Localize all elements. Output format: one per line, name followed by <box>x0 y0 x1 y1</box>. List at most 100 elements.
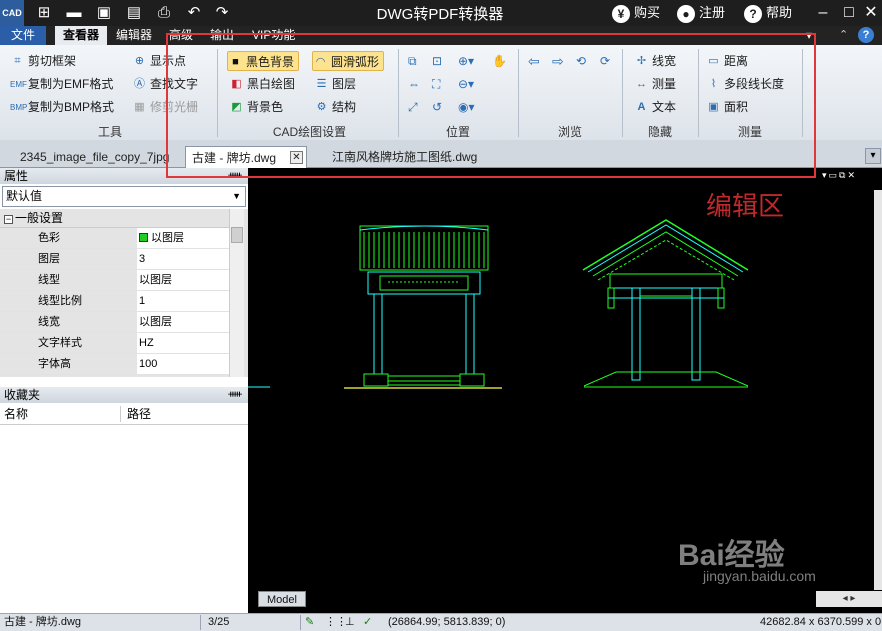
find-text-icon: Ⓐ <box>134 78 145 91</box>
section-header[interactable]: − 一般设置 <box>0 209 229 228</box>
maximize-icon[interactable]: □ <box>838 2 860 24</box>
points-icon: ⊕ <box>134 55 145 68</box>
undo-icon[interactable]: ↶ <box>184 3 204 23</box>
default-dropdown[interactable]: 默认值 ▼ <box>2 186 246 207</box>
divider <box>200 615 201 630</box>
property-name: 线型 <box>38 274 60 286</box>
property-value[interactable]: 以图层 <box>137 270 229 290</box>
bmp-icon: BMP <box>10 103 28 113</box>
doc-tab[interactable]: 2345_image_file_copy_7jpg <box>14 146 175 168</box>
crop-icon: ⌗ <box>14 55 21 68</box>
model-tab[interactable]: Model <box>258 591 306 607</box>
property-value-text: 100 <box>139 358 158 370</box>
copy-emf-label: 复制为EMF格式 <box>28 77 114 91</box>
properties-title: 属性 <box>4 169 29 183</box>
buy-button[interactable]: ¥ 购买 <box>612 3 660 23</box>
copy-bmp-label: 复制为BMP格式 <box>28 100 115 114</box>
property-name: 线型比例 <box>38 295 82 307</box>
favorites-title: 收藏夹 <box>4 388 41 402</box>
help-label: 帮助 <box>766 5 793 20</box>
property-value[interactable]: 100 <box>137 354 229 374</box>
property-name: 文字样式 <box>38 337 82 349</box>
property-scrollbar[interactable] <box>229 209 244 377</box>
help-button[interactable]: ? 帮助 <box>744 3 792 23</box>
favorites-columns: 名称 路径 <box>0 403 248 425</box>
property-value[interactable]: 3 <box>137 249 229 269</box>
question-icon[interactable]: ? <box>858 27 874 43</box>
col-name[interactable]: 名称 <box>4 403 28 425</box>
property-value-text: 以图层 <box>151 232 184 244</box>
property-name: 线宽 <box>38 316 60 328</box>
property-row[interactable]: 线宽 以图层 <box>0 312 229 333</box>
copy-bmp-button[interactable]: BMP复制为BMP格式 <box>10 97 114 117</box>
copy-emf-button[interactable]: EMF复制为EMF格式 <box>10 74 113 94</box>
property-name: 字体高 <box>38 358 71 370</box>
scroll-thumb[interactable] <box>231 227 243 243</box>
menu-file[interactable]: 文件 <box>0 26 46 45</box>
print-icon[interactable]: ⎙ <box>154 3 174 23</box>
buy-label: 购买 <box>634 5 661 20</box>
property-row[interactable]: 线型比例 1 <box>0 291 229 312</box>
menu-viewer[interactable]: 查看器 <box>55 26 108 45</box>
clip-frame-label: 剪切框架 <box>28 54 77 68</box>
status-size: 42682.84 x 6370.599 x 0 <box>760 616 882 628</box>
grid-icon[interactable]: ⋮⋮ <box>325 614 347 631</box>
ortho-icon[interactable]: ⊥ <box>345 614 355 631</box>
property-value-text: 以图层 <box>139 274 172 286</box>
property-row[interactable]: 色彩 以图层 <box>0 228 229 249</box>
pin-icon[interactable]: ᚔ <box>228 387 242 403</box>
status-page: 3/25 <box>208 616 230 628</box>
menu-editor[interactable]: 编辑器 <box>108 26 160 45</box>
title-bar: CAD ⊞ ▬ ▣ ▤ ⎙ ↶ ↷ DWG转PDF转换器 ¥ 购买 ● 注册 ? 帮助… <box>0 0 882 26</box>
property-row[interactable]: 线型 以图层 <box>0 270 229 291</box>
save-icon[interactable]: ▣ <box>94 3 114 23</box>
emf-icon: EMF <box>10 80 27 90</box>
property-row[interactable]: 文字样式 HZ <box>0 333 229 354</box>
app-title: DWG转PDF转换器 <box>376 6 504 23</box>
property-row[interactable]: 字体高 100 <box>0 354 229 375</box>
property-row[interactable]: 图层 3 <box>0 249 229 270</box>
property-value-text: 1 <box>139 295 146 307</box>
trim-raster-icon: ▦ <box>134 101 145 114</box>
watermark-url: jingyan.baidu.com <box>703 568 816 584</box>
left-panel: 属性 ᚔ 默认值 ▼ − 一般设置 色彩 以图层 图层 3 线型 以图层 线型比例 1 线宽 以图层 文字… <box>0 168 248 613</box>
highlight-frame <box>166 33 816 178</box>
collapse-ribbon-icon[interactable]: ⌃ <box>839 28 848 41</box>
new-file-icon[interactable]: ⊞ <box>34 3 54 23</box>
section-title: 一般设置 <box>15 211 64 225</box>
property-value[interactable]: HZ <box>137 333 229 353</box>
pailou-side-view <box>582 219 749 388</box>
open-folder-icon[interactable]: ▬ <box>64 3 84 23</box>
register-button[interactable]: ● 注册 <box>677 3 725 23</box>
pailou-front-view <box>344 225 502 389</box>
clip-frame-button[interactable]: ⌗ 剪切框架 <box>10 51 76 71</box>
cad-drawing <box>248 219 749 389</box>
osnap-icon[interactable]: ✓ <box>363 614 372 631</box>
close-icon[interactable]: ✕ <box>860 2 882 24</box>
property-grid: − 一般设置 色彩 以图层 图层 3 线型 以图层 线型比例 1 线宽 以图层 文字样式 HZ 字体高 10… <box>0 209 248 377</box>
chevron-down-icon: ▼ <box>232 191 241 201</box>
tab-list-icon[interactable]: ▾ <box>865 148 881 164</box>
minimize-icon[interactable]: – <box>812 2 834 24</box>
property-value[interactable]: 以图层 <box>137 228 229 248</box>
drawing-canvas[interactable]: ▾▭⧉✕ 编辑区 Bai经验 jingyan.baidu.com Model ◂… <box>248 168 882 613</box>
col-path[interactable]: 路径 <box>127 403 151 425</box>
property-value[interactable]: 以图层 <box>137 312 229 332</box>
redo-icon[interactable]: ↷ <box>212 3 232 23</box>
property-rows: 色彩 以图层 图层 3 线型 以图层 线型比例 1 线宽 以图层 文字样式 HZ 字体高 100 <box>0 228 248 375</box>
register-label: 注册 <box>699 5 726 20</box>
save-pdf-icon[interactable]: ▤ <box>124 3 144 23</box>
snap-icon[interactable]: ✎ <box>305 614 314 631</box>
default-dropdown-value: 默认值 <box>6 189 43 203</box>
property-value[interactable]: 1 <box>137 291 229 311</box>
property-name: 色彩 <box>38 232 60 244</box>
yen-icon: ¥ <box>612 4 630 23</box>
property-value-text: 3 <box>139 253 146 265</box>
vertical-scrollbar[interactable] <box>874 190 882 590</box>
horizontal-scrollbar[interactable]: ◂ ▸ <box>816 591 882 607</box>
collapse-icon: − <box>4 214 13 224</box>
divider <box>300 615 301 630</box>
status-coords: (26864.99; 5813.839; 0) <box>388 616 506 628</box>
color-swatch <box>139 233 148 242</box>
property-value-text: HZ <box>139 337 154 349</box>
